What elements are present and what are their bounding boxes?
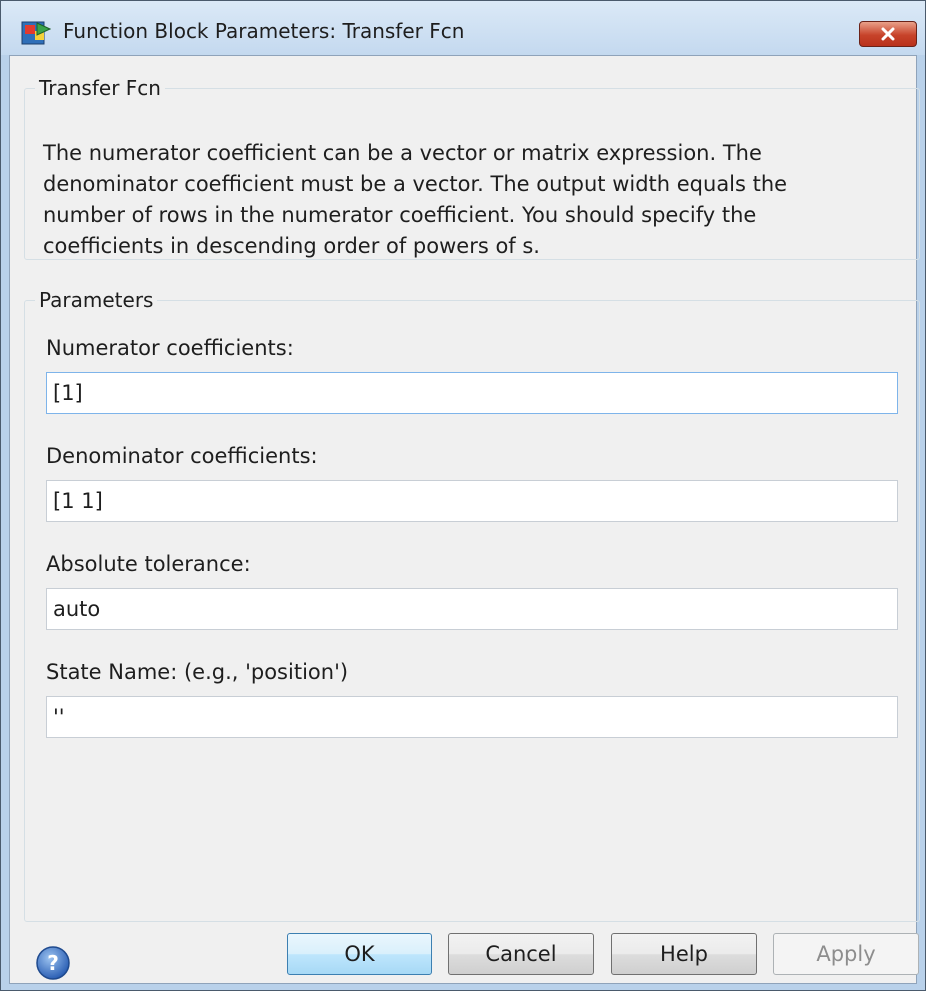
- dialog-window: Function Block Parameters: Transfer Fcn …: [0, 0, 926, 991]
- absolute-tolerance-label: Absolute tolerance:: [46, 552, 251, 576]
- svg-text:?: ?: [47, 951, 59, 975]
- apply-button[interactable]: Apply: [773, 933, 919, 975]
- close-button[interactable]: [859, 21, 917, 47]
- parameters-group-title: Parameters: [39, 288, 154, 312]
- block-description: The numerator coefficient can be a vecto…: [43, 138, 903, 262]
- description-line: number of rows in the numerator coeffici…: [43, 203, 757, 227]
- denominator-input[interactable]: [46, 480, 898, 522]
- title-bar[interactable]: Function Block Parameters: Transfer Fcn: [1, 1, 925, 55]
- numerator-label: Numerator coefficients:: [46, 336, 294, 360]
- help-question-icon[interactable]: ?: [35, 945, 71, 981]
- denominator-label: Denominator coefficients:: [46, 444, 318, 468]
- cancel-button[interactable]: Cancel: [448, 933, 594, 975]
- description-line: coefficients in descending order of powe…: [43, 234, 540, 258]
- description-line: The numerator coefficient can be a vecto…: [43, 141, 762, 165]
- help-button[interactable]: Help: [611, 933, 757, 975]
- description-group-title: Transfer Fcn: [39, 76, 161, 100]
- ok-button[interactable]: OK: [287, 933, 432, 975]
- close-icon: [881, 27, 895, 41]
- dialog-client-area: Transfer Fcn The numerator coefficient c…: [9, 55, 920, 984]
- absolute-tolerance-input[interactable]: [46, 588, 898, 630]
- description-line: denominator coefficient must be a vector…: [43, 172, 788, 196]
- numerator-input[interactable]: [46, 372, 898, 414]
- state-name-input[interactable]: [46, 696, 898, 738]
- window-title: Function Block Parameters: Transfer Fcn: [63, 19, 465, 43]
- state-name-label: State Name: (e.g., 'position'): [46, 660, 349, 684]
- simulink-block-icon: [21, 21, 51, 45]
- description-group: Transfer Fcn The numerator coefficient c…: [24, 76, 920, 260]
